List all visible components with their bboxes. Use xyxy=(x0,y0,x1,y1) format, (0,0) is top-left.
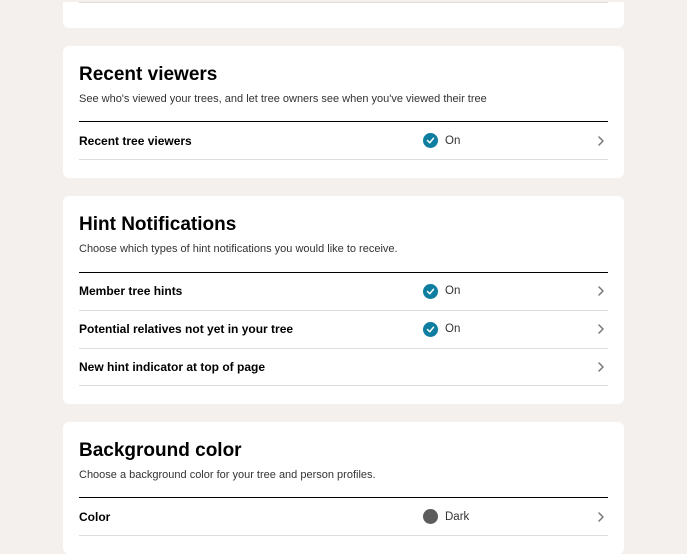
section-title: Background color xyxy=(79,440,608,462)
chevron-right-icon xyxy=(594,136,608,146)
row-label: Recent tree viewers xyxy=(79,134,423,148)
chevron-right-icon xyxy=(594,362,608,372)
check-icon xyxy=(423,133,438,148)
background-color-section: Background color Choose a background col… xyxy=(63,422,624,554)
row-value: On xyxy=(445,285,460,297)
row-label: Color xyxy=(79,510,423,524)
hint-notifications-section: Hint Notifications Choose which types of… xyxy=(63,196,624,403)
dark-swatch-icon xyxy=(423,509,438,524)
recent-tree-viewers-row[interactable]: Recent tree viewers On xyxy=(79,122,608,160)
check-icon xyxy=(423,322,438,337)
row-value: Dark xyxy=(445,511,469,523)
potential-relatives-row[interactable]: Potential relatives not yet in your tree… xyxy=(79,310,608,348)
member-tree-hints-row[interactable]: Member tree hints On xyxy=(79,273,608,310)
chevron-right-icon xyxy=(594,512,608,522)
chevron-right-icon xyxy=(594,286,608,296)
row-label: Potential relatives not yet in your tree xyxy=(79,322,423,336)
chevron-right-icon xyxy=(594,324,608,334)
row-value: On xyxy=(445,323,460,335)
row-label: Member tree hints xyxy=(79,284,423,298)
section-description: Choose a background color for your tree … xyxy=(79,468,608,483)
row-label: New hint indicator at top of page xyxy=(79,360,423,374)
section-description: See who's viewed your trees, and let tre… xyxy=(79,92,608,107)
section-description: Choose which types of hint notifications… xyxy=(79,242,608,257)
section-title: Recent viewers xyxy=(79,64,608,86)
recent-viewers-section: Recent viewers See who's viewed your tre… xyxy=(63,46,624,178)
color-row[interactable]: Color Dark xyxy=(79,498,608,536)
new-hint-indicator-row[interactable]: New hint indicator at top of page xyxy=(79,348,608,386)
previous-section-stub xyxy=(63,2,624,28)
check-icon xyxy=(423,284,438,299)
section-title: Hint Notifications xyxy=(79,214,608,236)
row-value: On xyxy=(445,135,460,147)
